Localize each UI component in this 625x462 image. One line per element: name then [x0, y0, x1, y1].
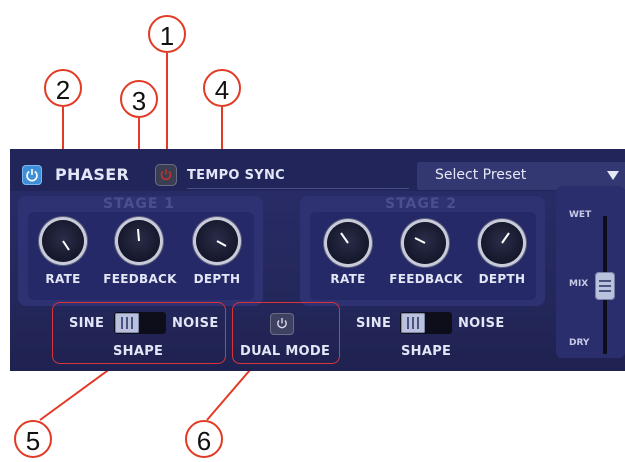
knob-pointer [501, 232, 510, 244]
stage-2-noise-label: NOISE [458, 316, 505, 331]
chevron-down-icon [607, 171, 619, 180]
stage-1-feedback-knob[interactable] [118, 220, 160, 262]
stage-2-feedback-label: FEEDBACK [389, 272, 463, 286]
stage-1-depth-knob[interactable] [196, 220, 238, 262]
knob-pointer [62, 240, 70, 251]
header-divider [187, 188, 409, 189]
knob-pointer [414, 237, 426, 244]
mix-wet-label: WET [569, 210, 592, 220]
stage-2-shape-switch[interactable] [400, 312, 452, 334]
callout-4: 4 [203, 69, 241, 107]
callout-3: 3 [120, 80, 158, 118]
stage-1-depth-label: DEPTH [193, 272, 241, 286]
mix-mix-label: MIX [569, 279, 589, 289]
power-icon [26, 169, 38, 182]
callout-5: 5 [14, 420, 52, 458]
knob-pointer [340, 232, 349, 244]
dual-mode-highlight-outline [232, 302, 340, 364]
phaser-power-button[interactable] [22, 165, 42, 185]
stage-2-feedback-knob[interactable] [404, 222, 446, 264]
tempo-sync-toggle[interactable] [155, 164, 177, 186]
preset-label: Select Preset [435, 167, 527, 183]
tempo-sync-label: TEMPO SYNC [187, 168, 285, 183]
stage-2-title: STAGE 2 [385, 196, 458, 212]
switch-thumb [401, 313, 425, 333]
shape-highlight-outline [52, 302, 226, 364]
stage-1-title: STAGE 1 [103, 196, 176, 212]
stage-1-rate-label: RATE [45, 272, 81, 286]
stage-2-depth-label: DEPTH [478, 272, 526, 286]
callout-1: 1 [148, 15, 186, 53]
callout-2: 2 [44, 69, 82, 107]
stage-1-rate-knob[interactable] [42, 220, 84, 262]
plugin-title: PHASER [55, 165, 130, 184]
stage-2-shape-label: SHAPE [401, 344, 452, 359]
stage-1-feedback-label: FEEDBACK [103, 272, 177, 286]
knob-pointer [137, 228, 140, 242]
power-icon [160, 169, 172, 181]
knob-pointer [216, 240, 227, 247]
mix-slider-handle[interactable] [595, 272, 615, 300]
mix-dry-label: DRY [569, 338, 590, 348]
callout-6: 6 [185, 420, 223, 458]
stage-2-sine-label: SINE [356, 316, 392, 331]
stage-2-rate-label: RATE [330, 272, 366, 286]
stage-2-rate-knob[interactable] [327, 222, 369, 264]
stage-2-depth-knob[interactable] [481, 222, 523, 264]
